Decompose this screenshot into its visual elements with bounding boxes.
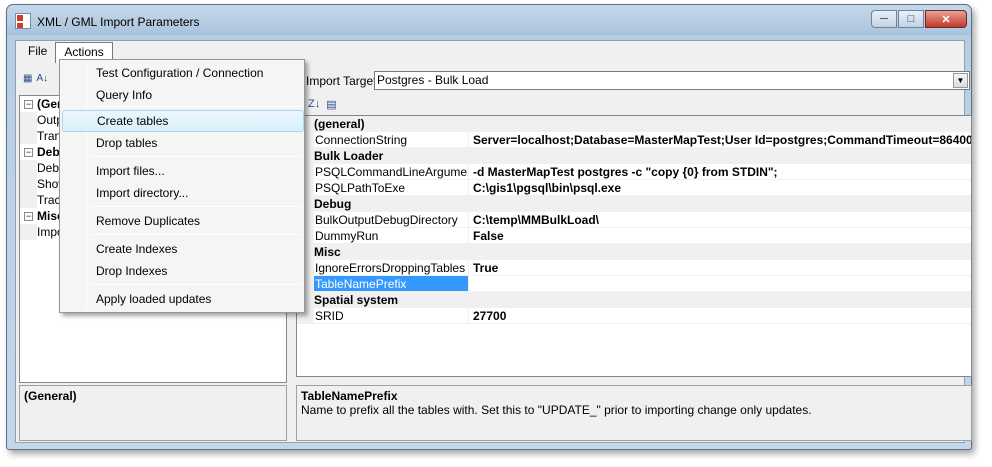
property-grid[interactable]: (general) ConnectionString Server=localhos…: [296, 115, 972, 377]
menu-item-apply-loaded-updates[interactable]: Apply loaded updates: [62, 288, 304, 310]
property-row[interactable]: BulkOutputDebugDirectory C:\temp\MMBulkLo…: [297, 212, 971, 228]
categorized-icon[interactable]: ▦: [23, 73, 32, 84]
right-grid-toolbar: Z↓ ▤: [308, 93, 343, 115]
menu-item-import-files[interactable]: Import files...: [62, 160, 304, 182]
alphabetical-sort-icon[interactable]: Z↓: [308, 98, 320, 110]
property-value[interactable]: Server=localhost;Database=MasterMapTest;…: [469, 132, 971, 147]
category-label: Debug: [314, 197, 352, 211]
property-name: PSQLCommandLineArguments: [315, 164, 469, 179]
description-text: Name to prefix all the tables with. Set …: [301, 403, 812, 417]
property-value[interactable]: C:\gis1\pgsql\bin\psql.exe: [469, 180, 971, 195]
property-name: PSQLPathToExe: [314, 180, 469, 195]
property-category-row[interactable]: (general): [297, 116, 971, 132]
property-row[interactable]: DummyRun False: [297, 228, 971, 244]
property-value[interactable]: False: [469, 228, 971, 243]
menu-separator: [90, 234, 302, 235]
property-value[interactable]: [469, 276, 971, 291]
menu-item-import-directory[interactable]: Import directory...: [62, 182, 304, 204]
menu-item-test-configuration-connection[interactable]: Test Configuration / Connection: [62, 62, 304, 84]
category-label: Bulk Loader: [314, 149, 384, 163]
left-row-label: Trac: [37, 193, 61, 207]
left-row-label: Tran: [37, 129, 62, 143]
property-name: DummyRun: [314, 228, 469, 243]
property-row[interactable]: SRID 27700: [297, 308, 971, 324]
actions-dropdown-menu: Test Configuration / Connection Query Inf…: [59, 59, 305, 313]
property-name: SRID: [314, 308, 469, 323]
property-row[interactable]: IgnoreErrorsDroppingTables True: [297, 260, 971, 276]
menu-item-create-indexes[interactable]: Create Indexes: [62, 238, 304, 260]
property-category-row[interactable]: Debug: [297, 196, 971, 212]
collapse-icon[interactable]: −: [24, 148, 33, 158]
import-target-value: Postgres - Bulk Load: [377, 73, 489, 87]
collapse-icon[interactable]: −: [24, 212, 33, 222]
property-row[interactable]: ConnectionString Server=localhost;Databas…: [297, 132, 971, 148]
import-target-label: Import Target: [306, 74, 377, 88]
category-label: Misc: [314, 245, 341, 259]
chevron-down-icon[interactable]: ▼: [953, 73, 968, 88]
app-icon: [15, 13, 31, 29]
left-description-panel: (General): [19, 385, 287, 441]
property-category-row[interactable]: Bulk Loader: [297, 148, 971, 164]
property-row[interactable]: PSQLCommandLineArguments -d MasterMapTest…: [297, 164, 971, 180]
property-name: ConnectionString: [314, 132, 469, 147]
alphabetical-sort-icon[interactable]: A↓: [36, 73, 48, 84]
property-value[interactable]: -d MasterMapTest postgres -c "copy {0} f…: [469, 164, 971, 179]
menu-separator: [90, 106, 302, 107]
menu-separator: [90, 206, 302, 207]
description-title: TableNamePrefix: [301, 389, 398, 403]
import-target-select[interactable]: Postgres - Bulk Load ▼: [374, 71, 970, 90]
title-bar[interactable]: XML / GML Import Parameters ─ □ ✕: [7, 5, 971, 37]
window-title: XML / GML Import Parameters: [37, 15, 200, 29]
right-property-pane: Import Target Postgres - Bulk Load ▼ Z↓ …: [296, 67, 972, 441]
menu-separator: [90, 156, 302, 157]
property-category-row[interactable]: Misc: [297, 244, 971, 260]
property-name: TableNamePrefix: [314, 276, 469, 291]
menu-item-drop-indexes[interactable]: Drop Indexes: [62, 260, 304, 282]
close-button[interactable]: ✕: [925, 10, 967, 28]
menu-separator: [90, 284, 302, 285]
menu-item-create-tables[interactable]: Create tables: [62, 110, 304, 132]
property-value[interactable]: True: [469, 260, 971, 275]
property-row[interactable]: TableNamePrefix: [297, 276, 971, 292]
category-label: Spatial system: [314, 293, 399, 307]
menu-item-remove-duplicates[interactable]: Remove Duplicates: [62, 210, 304, 232]
menu-item-drop-tables[interactable]: Drop tables: [62, 132, 304, 154]
maximize-button[interactable]: □: [898, 10, 924, 28]
property-category-row[interactable]: Spatial system: [297, 292, 971, 308]
property-name: IgnoreErrorsDroppingTables: [314, 260, 469, 275]
menu-file[interactable]: File: [20, 42, 55, 61]
right-description-panel: TableNamePrefix Name to prefix all the t…: [296, 385, 972, 441]
menu-item-query-info[interactable]: Query Info: [62, 84, 304, 106]
minimize-button[interactable]: ─: [871, 10, 897, 28]
property-value[interactable]: C:\temp\MMBulkLoad\: [469, 212, 971, 227]
property-name: BulkOutputDebugDirectory: [314, 212, 469, 227]
property-pages-icon[interactable]: ▤: [326, 98, 336, 111]
collapse-icon[interactable]: −: [24, 100, 33, 110]
property-value[interactable]: 27700: [469, 308, 971, 323]
property-row[interactable]: PSQLPathToExe C:\gis1\pgsql\bin\psql.exe: [297, 180, 971, 196]
category-label: (general): [314, 117, 365, 131]
